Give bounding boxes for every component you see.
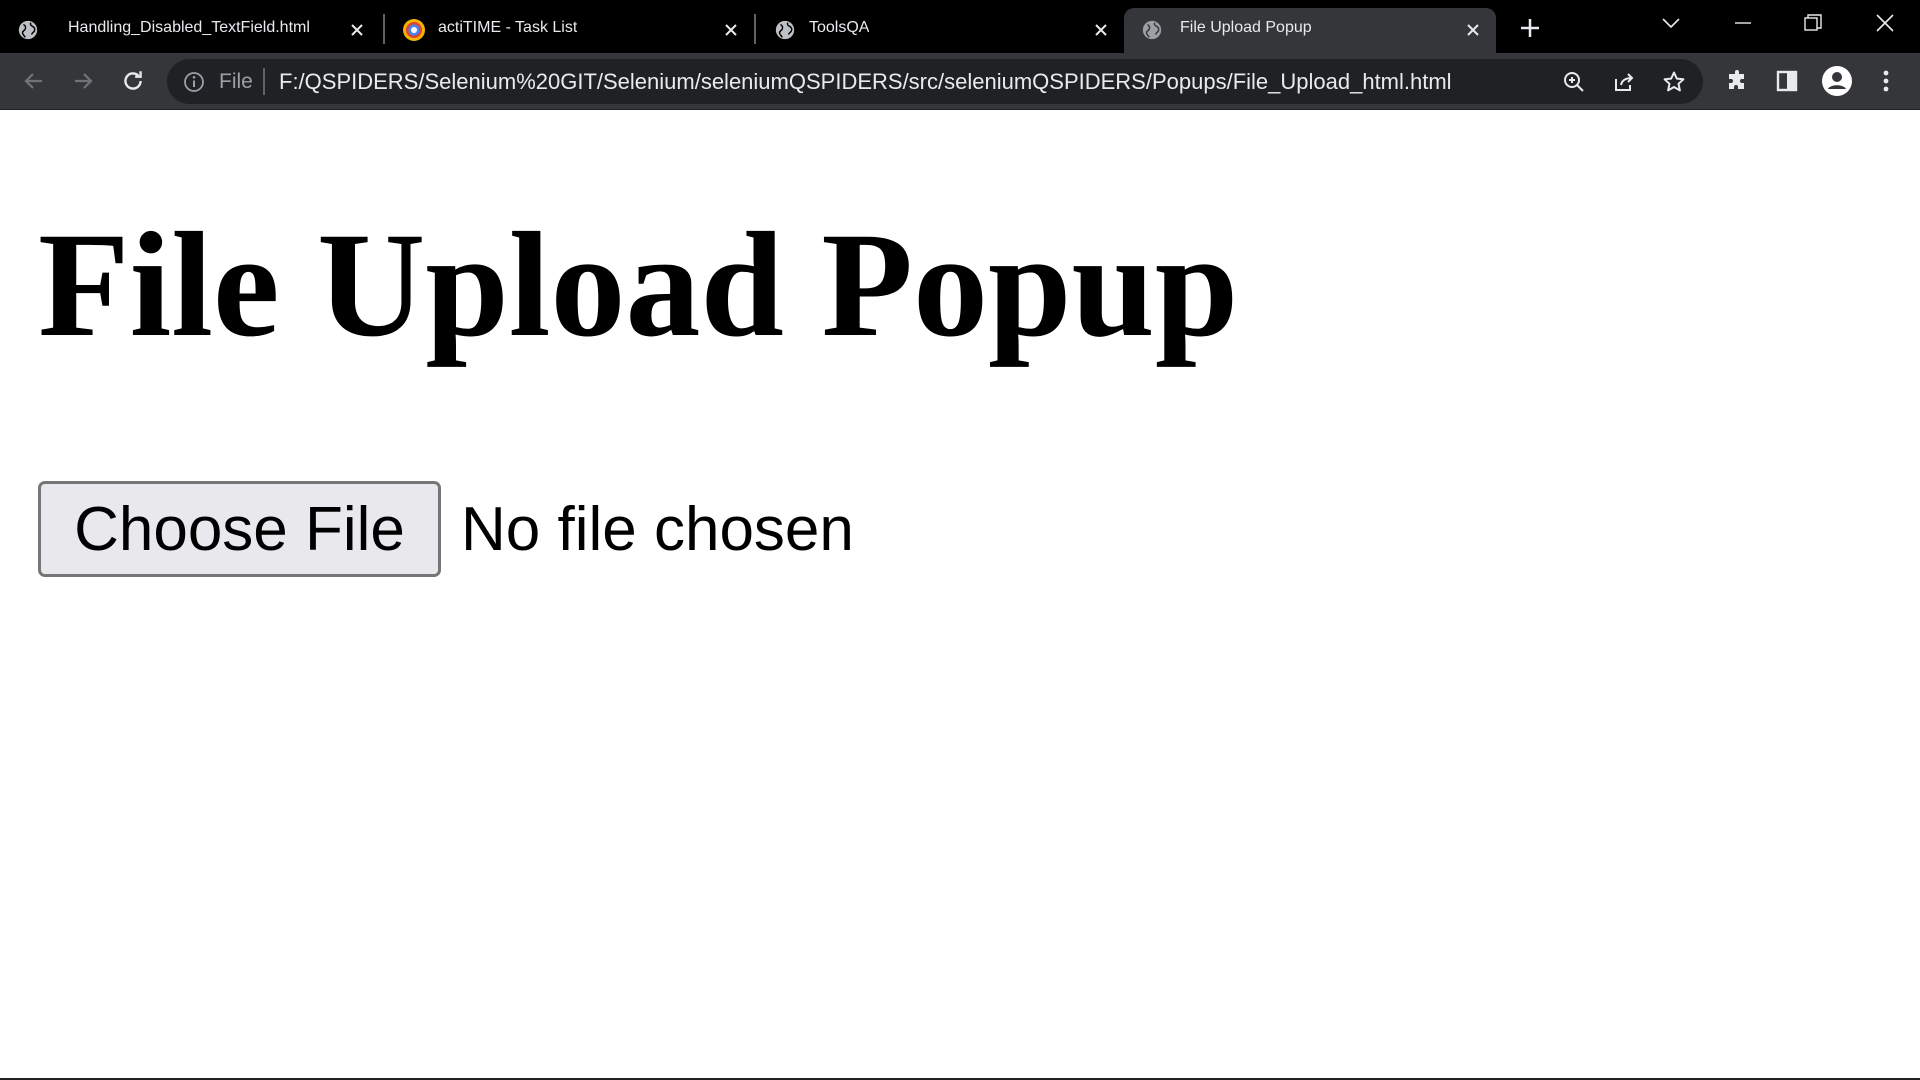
tab-title: File Upload Popup bbox=[1180, 19, 1312, 36]
profile-button[interactable] bbox=[1817, 61, 1857, 101]
close-icon[interactable] bbox=[718, 17, 744, 43]
tab-strip: Handling_Disabled_TextField.html actiTIM… bbox=[0, 0, 1920, 53]
tab-toolsqa[interactable]: ToolsQA bbox=[757, 8, 1124, 53]
tab-search-button[interactable] bbox=[1636, 0, 1706, 45]
close-window-button[interactable] bbox=[1850, 0, 1920, 45]
tab-title: actiTIME - Task List bbox=[438, 19, 578, 36]
site-chip: File bbox=[219, 70, 253, 93]
close-icon[interactable] bbox=[1460, 17, 1486, 43]
side-panel-icon bbox=[1776, 70, 1798, 92]
choose-file-button[interactable]: Choose File bbox=[38, 481, 441, 577]
arrow-right-icon bbox=[75, 73, 93, 89]
browser-toolbar: File F:/QSPIDERS/Selenium%20GIT/Selenium… bbox=[0, 53, 1920, 110]
globe-icon bbox=[773, 18, 797, 42]
side-panel-button[interactable] bbox=[1767, 61, 1807, 101]
reload-icon bbox=[124, 71, 142, 90]
actitime-logo-icon bbox=[402, 18, 426, 42]
extensions-button[interactable] bbox=[1718, 61, 1758, 101]
menu-button[interactable] bbox=[1866, 61, 1906, 101]
puzzle-icon bbox=[1729, 70, 1744, 89]
back-button[interactable] bbox=[14, 61, 54, 101]
minimize-icon bbox=[1735, 21, 1751, 24]
url-text[interactable]: F:/QSPIDERS/Selenium%20GIT/Selenium/sele… bbox=[279, 69, 1452, 95]
browser-window: Handling_Disabled_TextField.html actiTIM… bbox=[0, 0, 1920, 1080]
arrow-left-icon bbox=[24, 73, 42, 89]
restore-icon bbox=[1804, 13, 1822, 31]
tab-separator bbox=[383, 14, 385, 44]
close-icon[interactable] bbox=[344, 17, 370, 43]
page-heading: File Upload Popup bbox=[38, 202, 1239, 368]
plus-icon bbox=[1521, 19, 1539, 37]
address-bar[interactable]: File F:/QSPIDERS/Selenium%20GIT/Selenium… bbox=[167, 59, 1703, 104]
chevron-down-icon bbox=[1662, 17, 1680, 28]
zoom-icon[interactable] bbox=[1559, 67, 1589, 97]
tab-handling-disabled-textfield[interactable]: Handling_Disabled_TextField.html bbox=[0, 8, 380, 53]
new-tab-button[interactable] bbox=[1512, 10, 1548, 46]
tab-title: ToolsQA bbox=[809, 19, 870, 36]
tab-title: Handling_Disabled_TextField.html bbox=[68, 19, 310, 36]
share-icon[interactable] bbox=[1609, 67, 1639, 97]
avatar-icon bbox=[1822, 66, 1852, 96]
close-icon[interactable] bbox=[1088, 17, 1114, 43]
omnibox-separator bbox=[263, 68, 265, 95]
reload-button[interactable] bbox=[113, 61, 153, 101]
kebab-menu-icon bbox=[1883, 70, 1889, 92]
minimize-button[interactable] bbox=[1708, 0, 1778, 45]
forward-button[interactable] bbox=[63, 61, 103, 101]
bookmark-star-icon[interactable] bbox=[1659, 67, 1689, 97]
info-icon[interactable] bbox=[181, 69, 207, 95]
close-icon bbox=[1876, 13, 1894, 32]
tab-separator bbox=[754, 14, 756, 44]
file-status-text: No file chosen bbox=[461, 494, 854, 564]
globe-icon bbox=[1140, 18, 1164, 42]
file-input[interactable]: Choose File No file chosen bbox=[38, 481, 854, 577]
globe-icon bbox=[16, 18, 40, 42]
tab-file-upload-popup[interactable]: File Upload Popup bbox=[1124, 8, 1496, 53]
restore-button[interactable] bbox=[1778, 0, 1848, 45]
tab-actitime-task-list[interactable]: actiTIME - Task List bbox=[386, 8, 754, 53]
page-content: File Upload Popup Choose File No file ch… bbox=[0, 110, 1920, 1078]
